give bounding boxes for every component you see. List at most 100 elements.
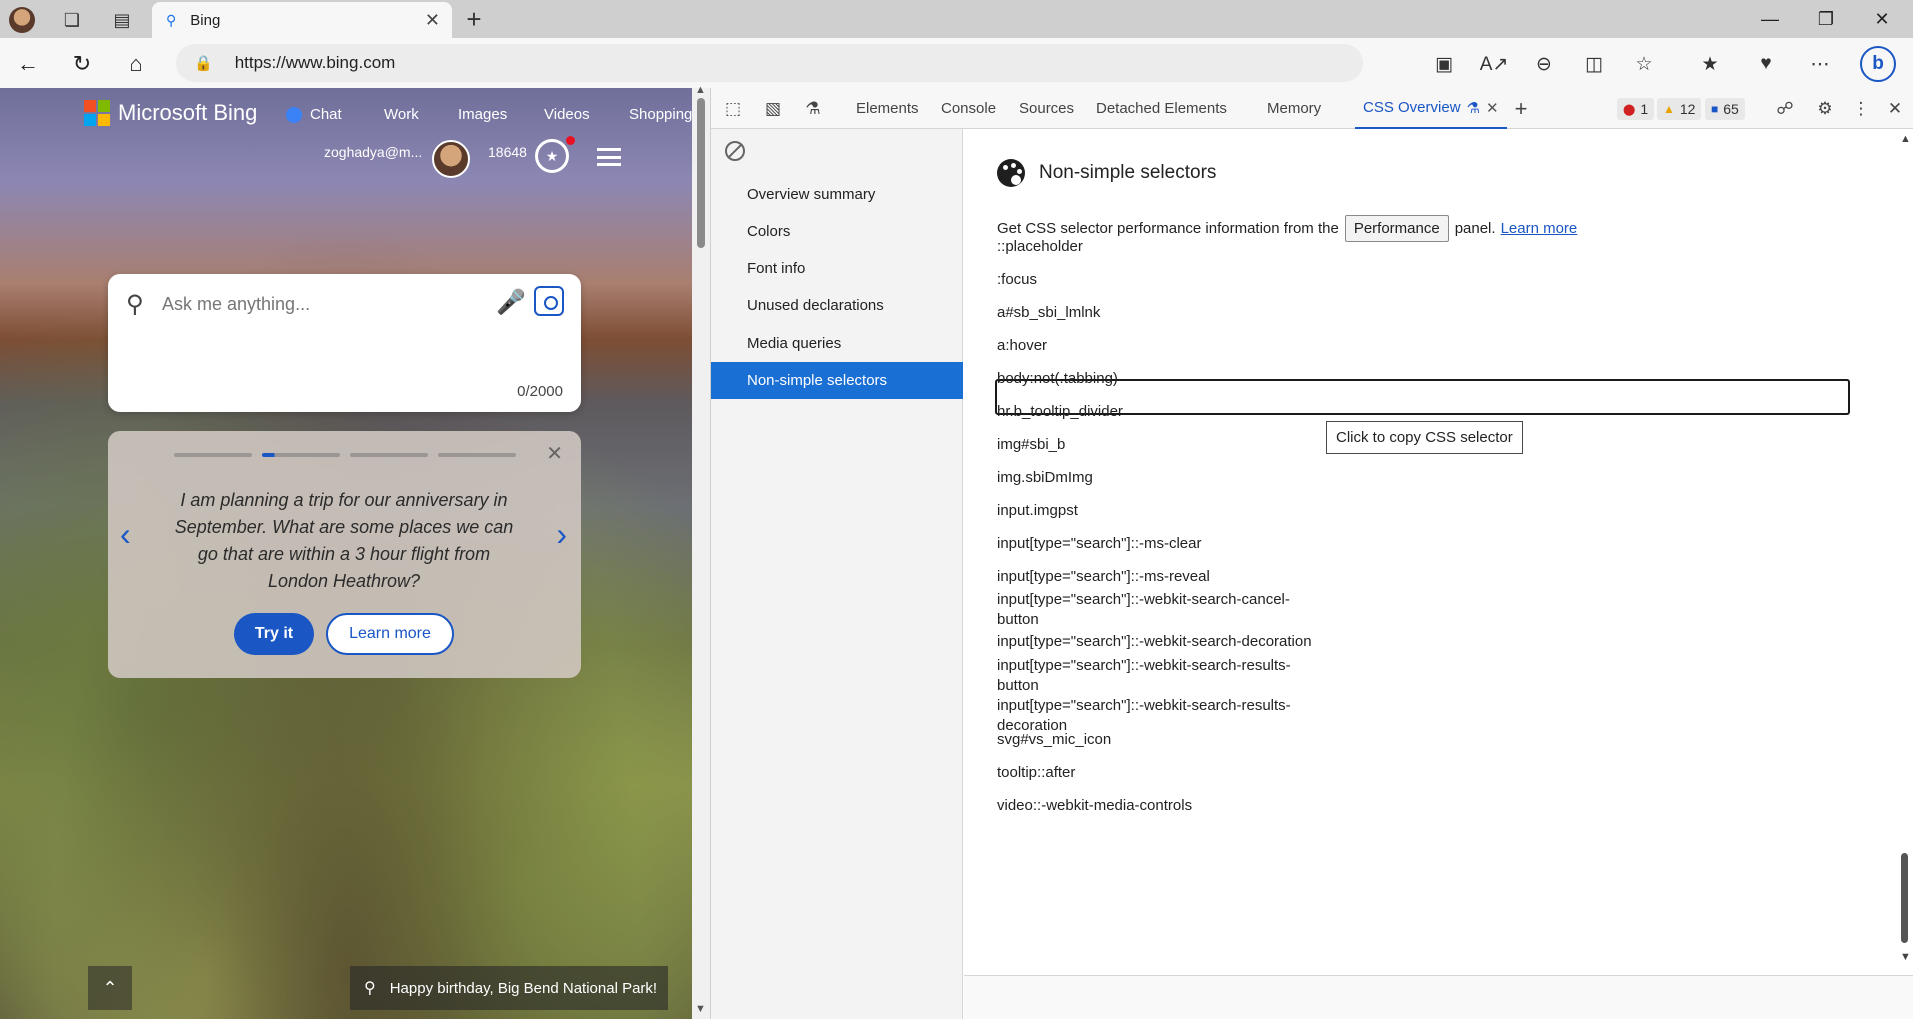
browser-essentials-icon[interactable]: ♥ bbox=[1752, 50, 1780, 78]
sidebar-item-colors[interactable]: Colors bbox=[711, 213, 963, 250]
close-tab-icon[interactable]: ✕ bbox=[1486, 99, 1499, 117]
tab-elements[interactable]: Elements bbox=[856, 88, 919, 129]
selector-item[interactable]: img.sbiDmImg bbox=[997, 468, 1093, 488]
workspaces-icon[interactable]: ❏ bbox=[58, 6, 86, 34]
selector-item[interactable]: :focus bbox=[997, 270, 1037, 290]
scroll-up-arrow-icon[interactable]: ▲ bbox=[695, 84, 706, 96]
sidebar-item-media-queries[interactable]: Media queries bbox=[711, 325, 963, 362]
sidebar-item-overview-summary[interactable]: Overview summary bbox=[711, 176, 963, 213]
read-aloud-icon[interactable]: A↗ bbox=[1480, 50, 1509, 78]
refresh-button[interactable]: ↻ bbox=[66, 48, 98, 80]
close-devtools-icon[interactable]: ✕ bbox=[1883, 97, 1907, 121]
warning-badge[interactable]: ▲ 12 bbox=[1657, 98, 1702, 120]
error-badge[interactable]: ⬤ 1 bbox=[1617, 98, 1655, 120]
avatar[interactable] bbox=[432, 140, 470, 178]
carousel-dot-active[interactable] bbox=[262, 453, 340, 457]
selector-item[interactable]: input[type="search"]::-webkit-search-res… bbox=[997, 656, 1291, 696]
selector-item[interactable]: ::placeholder bbox=[997, 237, 1083, 257]
selector-item[interactable]: video::-webkit-media-controls bbox=[997, 796, 1192, 816]
scroll-down-arrow-icon[interactable]: ▼ bbox=[695, 1003, 706, 1015]
chevron-up-icon[interactable]: ⌃ bbox=[88, 966, 132, 1010]
selector-item[interactable]: hr.b_tooltip_divider bbox=[997, 402, 1123, 422]
profile-avatar-icon[interactable] bbox=[8, 6, 36, 34]
chevron-right-icon[interactable]: › bbox=[556, 516, 567, 553]
selector-item[interactable]: input.imgpst bbox=[997, 501, 1078, 521]
learn-more-link[interactable]: Learn more bbox=[1501, 220, 1578, 237]
selector-item[interactable]: tooltip::after bbox=[997, 763, 1075, 783]
nav-chat[interactable]: Chat bbox=[286, 106, 342, 124]
more-tabs-plus-icon[interactable]: + bbox=[1509, 96, 1533, 121]
tab-sources[interactable]: Sources bbox=[1019, 88, 1074, 129]
network-connection-icon[interactable]: ☍ bbox=[1773, 97, 1797, 121]
lock-icon[interactable]: 🔒 bbox=[194, 54, 213, 72]
favorites-icon[interactable]: ★ bbox=[1696, 50, 1724, 78]
selector-item[interactable]: input[type="search"]::-webkit-search-dec… bbox=[997, 632, 1312, 652]
sidebar-item-unused-declarations[interactable]: Unused declarations bbox=[711, 287, 963, 324]
performance-button[interactable]: Performance bbox=[1344, 215, 1449, 242]
selector-item-selected[interactable]: a:hover bbox=[997, 336, 1047, 356]
close-icon[interactable]: ✕ bbox=[546, 441, 563, 466]
info-badge[interactable]: ■ 65 bbox=[1705, 98, 1745, 120]
scrollbar-thumb[interactable] bbox=[697, 98, 705, 248]
scrollbar-thumb[interactable] bbox=[1901, 853, 1908, 943]
minimize-button[interactable]: — bbox=[1748, 4, 1792, 34]
scroll-down-arrow-icon[interactable]: ▼ bbox=[1900, 951, 1911, 963]
user-name[interactable]: zoghadya@m... bbox=[324, 144, 422, 160]
inspect-element-icon[interactable]: ⬚ bbox=[721, 97, 745, 121]
settings-gear-icon[interactable]: ⚙ bbox=[1813, 97, 1837, 121]
close-tab-icon[interactable]: ✕ bbox=[425, 10, 440, 31]
image-caption[interactable]: ⚲ Happy birthday, Big Bend National Park… bbox=[350, 966, 668, 1010]
app-available-icon[interactable]: ▣ bbox=[1430, 50, 1458, 78]
learn-more-button[interactable]: Learn more bbox=[326, 613, 454, 655]
selector-item[interactable]: input[type="search"]::-webkit-search-can… bbox=[997, 590, 1290, 630]
vertical-tabs-icon[interactable]: ▤ bbox=[108, 6, 136, 34]
page-scrollbar[interactable]: ▲ ▼ bbox=[692, 84, 710, 1019]
back-button[interactable]: ← bbox=[12, 48, 44, 80]
chevron-left-icon[interactable]: ‹ bbox=[120, 516, 131, 553]
customize-menu-icon[interactable]: ⋮ bbox=[1849, 97, 1873, 121]
reward-points[interactable]: 18648 bbox=[488, 144, 527, 160]
carousel-dot[interactable] bbox=[438, 453, 516, 457]
sidebar-item-font-info[interactable]: Font info bbox=[711, 250, 963, 287]
nav-work[interactable]: Work bbox=[384, 106, 419, 123]
favorite-star-icon[interactable]: ☆ bbox=[1630, 50, 1658, 78]
selector-item[interactable]: svg#vs_mic_icon bbox=[997, 730, 1111, 750]
selector-item[interactable]: input[type="search"]::-ms-clear bbox=[997, 534, 1201, 554]
visual-search-icon[interactable] bbox=[534, 286, 564, 316]
restore-button[interactable]: ❐ bbox=[1804, 4, 1848, 34]
selector-item[interactable]: a#sb_sbi_lmlnk bbox=[997, 303, 1100, 323]
try-it-button[interactable]: Try it bbox=[234, 613, 314, 655]
experiment-flask-icon[interactable]: ⚗ bbox=[801, 97, 825, 121]
microphone-icon[interactable]: 🎤 bbox=[496, 288, 526, 317]
scroll-up-arrow-icon[interactable]: ▲ bbox=[1900, 133, 1911, 145]
selector-item[interactable]: body:not(.tabbing) bbox=[997, 369, 1118, 389]
nav-images[interactable]: Images bbox=[458, 106, 507, 123]
devtools-scrollbar[interactable]: ▲ ▼ bbox=[1894, 129, 1913, 974]
search-input[interactable]: Ask me anything... bbox=[162, 294, 310, 315]
device-emulation-icon[interactable]: ▧ bbox=[761, 97, 785, 121]
carousel-dot[interactable] bbox=[350, 453, 428, 457]
selector-item[interactable]: img#sbi_b bbox=[997, 435, 1065, 455]
bing-logo[interactable]: Microsoft Bing bbox=[84, 100, 257, 126]
rewards-trophy-icon[interactable]: ★ bbox=[535, 139, 569, 173]
sidebar-item-non-simple-selectors[interactable]: Non-simple selectors bbox=[711, 362, 963, 399]
clear-overview-icon[interactable] bbox=[725, 141, 745, 161]
close-window-button[interactable]: ✕ bbox=[1860, 4, 1904, 34]
nav-videos[interactable]: Videos bbox=[544, 106, 590, 123]
tab-memory[interactable]: Memory bbox=[1267, 88, 1321, 129]
nav-shopping[interactable]: Shopping bbox=[629, 106, 692, 123]
zoom-out-icon[interactable]: ⊖ bbox=[1530, 50, 1558, 78]
hamburger-menu-icon[interactable] bbox=[597, 148, 621, 166]
tab-css-overview[interactable]: CSS Overview ⚗ ✕ bbox=[1355, 88, 1507, 129]
bing-copilot-icon[interactable]: b bbox=[1860, 46, 1896, 82]
tab-detached-elements[interactable]: Detached Elements bbox=[1096, 88, 1227, 129]
new-tab-button[interactable]: + bbox=[458, 4, 490, 35]
more-menu-icon[interactable]: ⋯ bbox=[1806, 50, 1834, 78]
search-box[interactable]: ⚲ Ask me anything... 🎤 0/2000 bbox=[108, 274, 581, 412]
carousel-dot[interactable] bbox=[174, 453, 252, 457]
selector-item[interactable]: input[type="search"]::-ms-reveal bbox=[997, 567, 1210, 587]
split-screen-icon[interactable]: ◫ bbox=[1580, 50, 1608, 78]
address-bar[interactable]: 🔒 https://www.bing.com bbox=[176, 44, 1363, 82]
home-button[interactable]: ⌂ bbox=[120, 48, 152, 80]
browser-tab-bing[interactable]: ⚲ Bing ✕ bbox=[152, 2, 452, 38]
